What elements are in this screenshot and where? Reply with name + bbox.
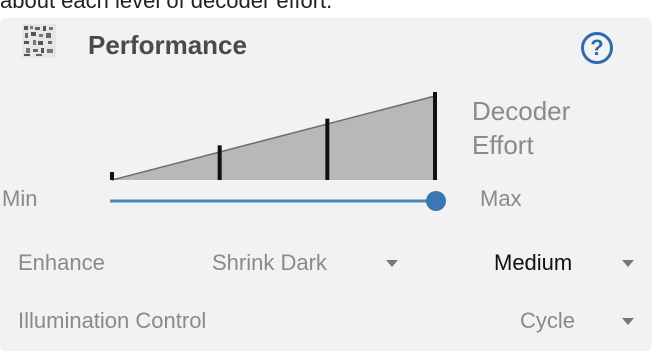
enhance-level-dropdown[interactable]: Medium [494,250,572,276]
decoder-effort-title-line2: Effort [472,130,534,160]
enhance-mode-dropdown-chevron-icon[interactable] [386,260,398,267]
illumination-control-label: Illumination Control [18,308,207,333]
slider-min-label: Min [2,186,38,211]
illumination-row: Illumination Control Cycle [0,308,652,342]
slider-max-label: Max [480,186,522,211]
enhance-level-dropdown-chevron-icon[interactable] [622,260,634,267]
illumination-dropdown-chevron-icon[interactable] [622,318,634,325]
enhance-label: Enhance [18,250,105,275]
decoder-effort-title: Decoder Effort [472,94,570,162]
enhance-row: Enhance Shrink Dark Medium [0,250,652,284]
enhance-mode-dropdown[interactable]: Shrink Dark [212,250,327,276]
decoder-effort-chart[interactable] [0,0,657,351]
illumination-dropdown[interactable]: Cycle [520,308,575,334]
slider-thumb[interactable] [426,191,446,211]
decoder-effort-title-line1: Decoder [472,96,571,126]
